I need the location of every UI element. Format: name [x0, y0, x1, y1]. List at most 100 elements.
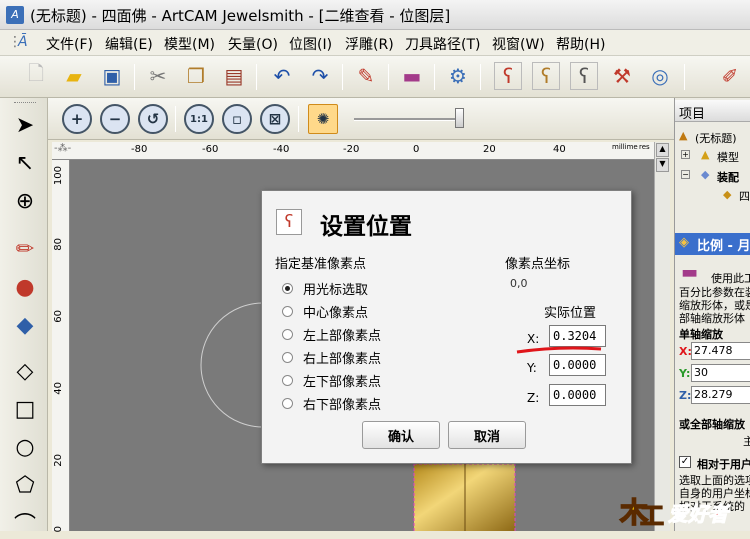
ruler-y-tick: 60 [53, 310, 64, 323]
slider-thumb[interactable] [455, 108, 464, 128]
scroll-up-icon[interactable]: ▲ [656, 143, 669, 157]
arc-icon[interactable]: ⌒ [10, 508, 40, 538]
new-file-icon[interactable]: 🗋 [22, 61, 50, 90]
menu-bar: ⋮ Ā 文件(F) 编辑(E) 模型(M) 矢量(O) 位图(I) 浮雕(R) … [0, 30, 750, 56]
cancel-button[interactable]: 取消 [448, 421, 526, 449]
relief-bear3-icon[interactable]: ʕ [570, 62, 598, 90]
menu-file[interactable]: 文件(F) [46, 34, 93, 54]
extra-tool-icon[interactable]: ✐ [716, 62, 744, 90]
radio-icon[interactable] [282, 283, 293, 294]
window-title: (无标题) - 四面佛 - ArtCAM Jewelsmith - [二维查看 … [30, 7, 451, 25]
radio-icon[interactable] [282, 352, 293, 363]
node-edit-icon[interactable]: ↖ [10, 148, 40, 178]
option-top-left[interactable]: 左上部像素点 [282, 325, 381, 344]
tree-assembly[interactable]: 装配 [717, 169, 739, 185]
view-toolbar: + − ↺ 1:1 ▫ ⊠ ✺ [48, 98, 674, 140]
menu-help[interactable]: 帮助(H) [556, 34, 605, 54]
radio-icon[interactable] [282, 329, 293, 340]
watermark-text: 爱好者 [668, 502, 729, 527]
paste-icon[interactable]: ▤ [220, 62, 248, 90]
settings-icon[interactable]: ⚙ [444, 62, 472, 90]
menu-toolpath[interactable]: 刀具路径(T) [405, 34, 480, 54]
globe-icon[interactable]: ◎ [646, 62, 674, 90]
ruler-x-tick: -20 [343, 144, 360, 155]
relative-checkbox[interactable]: ✓ [679, 456, 691, 468]
model-icon: ▲ [701, 148, 710, 161]
relief-bear-icon: ʕ [276, 209, 302, 235]
ruler-y-tick: 40 [53, 382, 64, 395]
lighting-icon[interactable]: ✺ [308, 104, 338, 134]
undo-icon[interactable]: ↶ [268, 62, 296, 90]
ref-label: 指定基准像素点 [275, 257, 367, 272]
color-pick-icon[interactable]: ◆ [10, 310, 40, 340]
scale-z-label: Z: [679, 389, 692, 402]
rectangle-icon[interactable]: □ [10, 394, 40, 424]
option-bottom-right[interactable]: 右下部像素点 [282, 394, 381, 413]
scale-x-label: X: [679, 345, 692, 358]
ruler-x-tick: 0 [413, 144, 420, 155]
all-axis-label: 或全部轴缩放 [679, 418, 745, 431]
select-arrow-icon[interactable]: ➤ [10, 110, 40, 140]
tree-model[interactable]: 模型 [717, 149, 739, 165]
z-position-input[interactable]: 0.0000 [549, 384, 606, 406]
paint-icon[interactable]: ● [10, 272, 40, 302]
copy-icon[interactable]: ❐ [182, 62, 210, 90]
radio-icon[interactable] [282, 398, 293, 409]
radio-icon[interactable] [282, 375, 293, 386]
dialog-title: 设置位置 [320, 214, 412, 240]
ok-button[interactable]: 确认 [362, 421, 440, 449]
book-icon[interactable]: ▬ [398, 62, 426, 90]
zoom-all-icon[interactable]: ⊠ [260, 104, 290, 134]
tree-root[interactable]: (无标题) [695, 130, 737, 146]
scale-z-input[interactable]: 28.279 [691, 386, 750, 404]
tree-child[interactable]: 四 [739, 188, 750, 204]
scroll-down-icon[interactable]: ▼ [656, 158, 669, 172]
zoom-actual-icon[interactable]: 1:1 [184, 104, 214, 134]
save-icon[interactable]: ▣ [98, 62, 126, 90]
ruler-vertical: 100 80 60 40 20 0 [52, 160, 70, 532]
ruler-y-tick: 20 [53, 454, 64, 467]
radio-icon[interactable] [282, 306, 293, 317]
zoom-out-icon[interactable]: − [100, 104, 130, 134]
y-position-input[interactable]: 0.0000 [549, 354, 606, 376]
menu-relief[interactable]: 浮雕(R) [345, 34, 394, 54]
svg-text:工: 工 [640, 502, 664, 530]
scale-title: 比例 - 月 [697, 239, 750, 254]
circle-icon[interactable]: ○ [10, 432, 40, 462]
tree-root-icon: ▲ [679, 129, 688, 142]
menu-window[interactable]: 视窗(W) [492, 34, 545, 54]
polygon-icon[interactable]: ⬠ [10, 470, 40, 500]
menu-vector[interactable]: 矢量(O) [228, 34, 278, 54]
option-bottom-left[interactable]: 左下部像素点 [282, 371, 381, 390]
pencil-icon[interactable]: ✏ [10, 234, 40, 264]
tree-expand-icon[interactable]: + [681, 150, 690, 159]
option-cursor[interactable]: 用光标选取 [282, 279, 368, 298]
tree-collapse-icon[interactable]: − [681, 170, 690, 179]
y-label: Y: [527, 361, 537, 375]
zoom-fit-icon[interactable]: ▫ [222, 104, 252, 134]
option-center[interactable]: 中心像素点 [282, 302, 368, 321]
redo-icon[interactable]: ↷ [306, 62, 334, 90]
relief-tool-icon[interactable]: ⚒ [608, 62, 636, 90]
app-icon: A [6, 6, 24, 24]
relief-bear-icon[interactable]: ʕ [494, 62, 522, 90]
option-top-right[interactable]: 右上部像素点 [282, 348, 381, 367]
zoom-in-icon[interactable]: + [62, 104, 92, 134]
scale-y-label: Y: [679, 367, 691, 380]
menu-edit[interactable]: 编辑(E) [105, 34, 153, 54]
ruler-units: millime [612, 143, 638, 151]
relief-bear2-icon[interactable]: ʕ [532, 62, 560, 90]
menu-bitmap[interactable]: 位图(I) [289, 34, 332, 54]
vector-tool-icon[interactable]: ◇ [10, 356, 40, 386]
scale-x-input[interactable]: 27.478 [691, 342, 750, 360]
menu-model[interactable]: 模型(M) [164, 34, 215, 54]
vertical-scrollbar[interactable]: ▲ ▼ [654, 142, 670, 531]
desc-line-3: 部轴缩放形体 [679, 312, 745, 325]
transform-icon[interactable]: ⊕ [10, 186, 40, 216]
zoom-previous-icon[interactable]: ↺ [138, 104, 168, 134]
main-toolbar: 🗋 ▰ ▣ ✂ ❐ ▤ ↶ ↷ ✎ ▬ ⚙ ʕ ʕ ʕ ⚒ ◎ ✐ [0, 56, 750, 98]
notes-icon[interactable]: ✎ [352, 62, 380, 90]
cut-icon[interactable]: ✂ [144, 62, 172, 90]
open-folder-icon[interactable]: ▰ [60, 62, 88, 90]
scale-y-input[interactable]: 30 [691, 364, 750, 382]
